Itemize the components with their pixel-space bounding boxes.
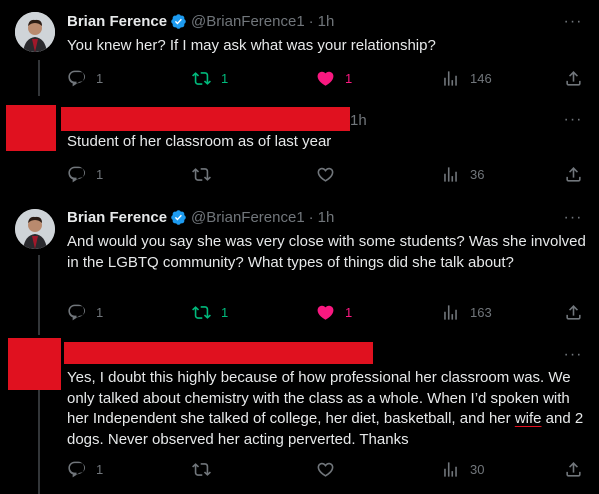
views-button[interactable]: 30 bbox=[441, 459, 484, 479]
tweet-text: Student of her classroom as of last year bbox=[67, 133, 332, 150]
share-button[interactable] bbox=[564, 164, 583, 184]
tweet-actions: 1 30 bbox=[67, 459, 587, 479]
share-icon bbox=[564, 303, 583, 322]
redaction-box bbox=[64, 342, 373, 364]
user-handle[interactable]: @BrianFerence1 bbox=[191, 209, 305, 226]
like-count: 1 bbox=[345, 304, 353, 320]
like-button[interactable] bbox=[316, 164, 335, 184]
timestamp[interactable]: 1h bbox=[318, 13, 335, 30]
more-options-button[interactable]: ··· bbox=[563, 345, 583, 365]
verified-badge-icon bbox=[170, 13, 187, 30]
views-count: 163 bbox=[470, 304, 492, 320]
retweet-button[interactable] bbox=[192, 459, 211, 479]
avatar[interactable] bbox=[15, 12, 55, 52]
tweet-text: You knew her? If I may ask what was your… bbox=[67, 37, 436, 54]
like-count: 1 bbox=[345, 70, 353, 86]
timestamp[interactable]: 1h bbox=[350, 112, 367, 129]
tweet-header: 1h bbox=[350, 110, 367, 130]
user-handle[interactable]: @BrianFerence1 bbox=[191, 13, 305, 30]
tweet[interactable]: ··· Yes, I doubt this highly because of … bbox=[0, 332, 599, 494]
views-icon bbox=[441, 165, 460, 184]
tweet-text-part: Yes, I doubt this highly because of how … bbox=[67, 369, 571, 427]
display-name[interactable]: Brian Ference bbox=[67, 13, 167, 30]
display-name[interactable]: Brian Ference bbox=[67, 209, 167, 226]
share-button[interactable] bbox=[564, 459, 583, 479]
views-button[interactable]: 146 bbox=[441, 68, 492, 88]
views-count: 36 bbox=[470, 166, 485, 182]
reply-icon bbox=[67, 303, 86, 322]
tweet[interactable]: Brian Ference @BrianFerence1 · 1h ··· Yo… bbox=[0, 0, 599, 100]
reply-button[interactable]: 1 bbox=[67, 302, 103, 322]
share-icon bbox=[564, 69, 583, 88]
tweet-actions: 1 36 bbox=[67, 164, 587, 184]
views-icon bbox=[441, 303, 460, 322]
retweet-button[interactable]: 1 bbox=[192, 68, 228, 88]
reply-button[interactable]: 1 bbox=[67, 164, 103, 184]
more-options-button[interactable]: ··· bbox=[563, 208, 583, 228]
retweet-icon bbox=[192, 460, 211, 479]
tweet-actions: 1 1 1 146 bbox=[67, 68, 587, 88]
share-icon bbox=[564, 460, 583, 479]
tweet-header: Brian Ference @BrianFerence1 · 1h bbox=[67, 207, 334, 227]
verified-badge-icon bbox=[170, 209, 187, 226]
reply-count: 1 bbox=[96, 304, 104, 320]
share-button[interactable] bbox=[564, 302, 583, 322]
views-count: 146 bbox=[470, 70, 492, 86]
like-button[interactable] bbox=[316, 459, 335, 479]
tweet[interactable]: Brian Ference @BrianFerence1 · 1h ··· An… bbox=[0, 197, 599, 332]
heart-icon bbox=[316, 69, 335, 88]
retweet-icon bbox=[192, 303, 211, 322]
heart-icon bbox=[316, 460, 335, 479]
views-button[interactable]: 36 bbox=[441, 164, 484, 184]
tweet-actions: 1 1 1 163 bbox=[67, 302, 587, 322]
views-icon bbox=[441, 460, 460, 479]
more-options-button[interactable]: ··· bbox=[563, 110, 583, 130]
reply-button[interactable]: 1 bbox=[67, 459, 103, 479]
more-options-button[interactable]: ··· bbox=[563, 12, 583, 32]
retweet-count: 1 bbox=[221, 70, 229, 86]
separator-dot: · bbox=[308, 12, 314, 30]
timestamp[interactable]: 1h bbox=[318, 209, 335, 226]
reply-icon bbox=[67, 460, 86, 479]
reply-icon bbox=[67, 69, 86, 88]
like-button[interactable]: 1 bbox=[316, 68, 352, 88]
heart-icon bbox=[316, 165, 335, 184]
separator-dot: · bbox=[308, 208, 314, 226]
retweet-icon bbox=[192, 165, 211, 184]
retweet-count: 1 bbox=[221, 304, 229, 320]
reply-count: 1 bbox=[96, 70, 104, 86]
share-button[interactable] bbox=[564, 68, 583, 88]
views-icon bbox=[441, 69, 460, 88]
tweet-text: Yes, I doubt this highly because of how … bbox=[67, 368, 587, 450]
spellcheck-underlined-word: wife bbox=[514, 410, 542, 427]
views-count: 30 bbox=[470, 461, 485, 477]
redaction-box bbox=[6, 105, 56, 151]
views-button[interactable]: 163 bbox=[441, 302, 492, 322]
retweet-icon bbox=[192, 69, 211, 88]
redaction-box bbox=[8, 338, 61, 390]
tweet[interactable]: 1h ··· Student of her classroom as of la… bbox=[0, 100, 599, 197]
redaction-box bbox=[61, 107, 350, 131]
share-icon bbox=[564, 165, 583, 184]
reply-icon bbox=[67, 165, 86, 184]
heart-icon bbox=[316, 303, 335, 322]
tweet-text: And would you say she was very close wit… bbox=[67, 233, 586, 271]
avatar[interactable] bbox=[15, 209, 55, 249]
tweet-header: Brian Ference @BrianFerence1 · 1h bbox=[67, 11, 334, 31]
retweet-button[interactable] bbox=[192, 164, 211, 184]
reply-count: 1 bbox=[96, 461, 104, 477]
reply-button[interactable]: 1 bbox=[67, 68, 103, 88]
reply-count: 1 bbox=[96, 166, 104, 182]
like-button[interactable]: 1 bbox=[316, 302, 352, 322]
retweet-button[interactable]: 1 bbox=[192, 302, 228, 322]
